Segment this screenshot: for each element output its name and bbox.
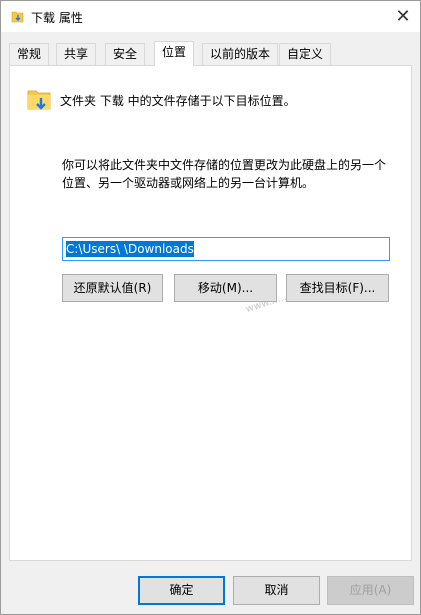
tab-customize[interactable]: 自定义 [279, 43, 332, 65]
path-value: C:\Users\ \Downloads [66, 241, 194, 257]
close-icon: ✕ [395, 5, 411, 27]
tab-location[interactable]: 位置 [154, 41, 195, 66]
location-panel: 文件夹 下载 中的文件存储于以下目标位置。 你可以将此文件夹中文件存储的位置更改… [9, 65, 412, 561]
path-input[interactable]: C:\Users\ \Downloads [62, 237, 390, 261]
ok-button[interactable]: 确定 [138, 576, 225, 605]
move-button[interactable]: 移动(M)... [174, 274, 277, 302]
properties-dialog: 下载 属性 ✕ 常规 共享 安全 位置 以前的版本 自定义 文件夹 下载 中的文… [0, 0, 421, 615]
tab-security[interactable]: 安全 [105, 43, 146, 65]
tab-general[interactable]: 常规 [9, 43, 50, 65]
close-button[interactable]: ✕ [392, 5, 414, 27]
location-description: 文件夹 下载 中的文件存储于以下目标位置。 [60, 94, 296, 108]
restore-default-button[interactable]: 还原默认值(R) [62, 274, 163, 302]
window-title: 下载 属性 [31, 11, 83, 25]
apply-button[interactable]: 应用(A) [327, 576, 414, 605]
folder-download-icon [27, 90, 51, 110]
title-bar: 下载 属性 ✕ [1, 1, 420, 32]
folder-download-icon [11, 11, 24, 23]
tab-sharing[interactable]: 共享 [56, 43, 97, 65]
tab-previous-versions[interactable]: 以前的版本 [202, 43, 279, 65]
find-target-button[interactable]: 查找目标(F)... [286, 274, 389, 302]
location-info-text: 你可以将此文件夹中文件存储的位置更改为此硬盘上的另一个位置、另一个驱动器或网络上… [62, 158, 387, 190]
cancel-button[interactable]: 取消 [233, 576, 320, 605]
